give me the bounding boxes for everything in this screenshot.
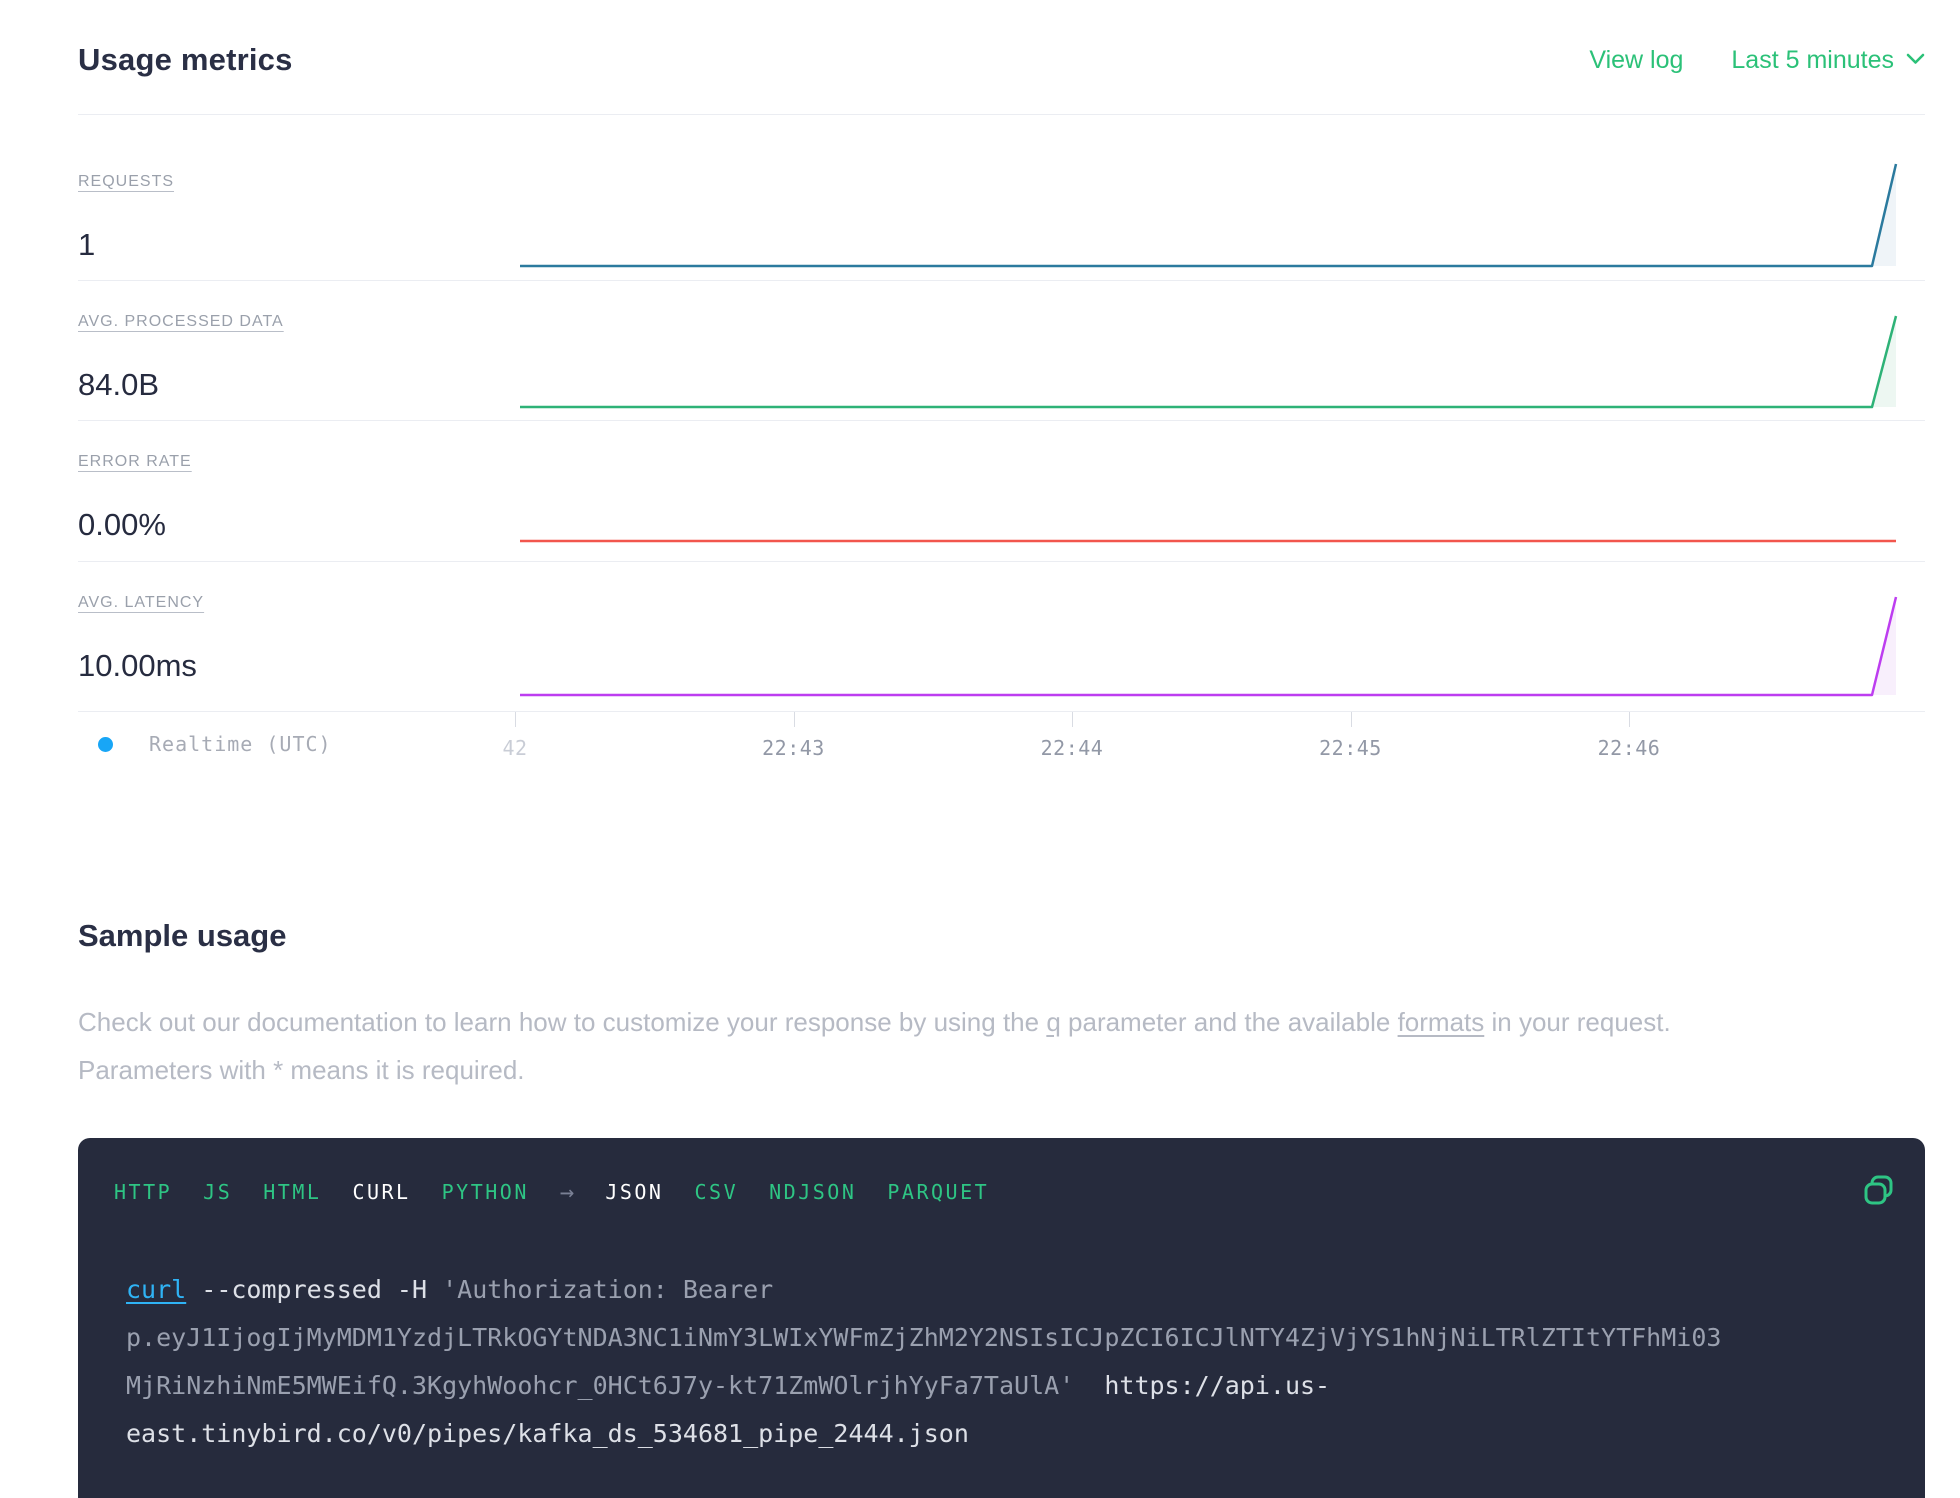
axis-label: 22:46 xyxy=(1597,736,1661,760)
code-token: https://api.us- xyxy=(1104,1371,1331,1400)
header-actions: View log Last 5 minutes xyxy=(1589,46,1925,75)
description-text: Check out our documentation to learn how… xyxy=(78,1007,1047,1037)
metric-row: AVG. PROCESSED DATA 84.0B xyxy=(78,281,1925,421)
chevron-down-icon xyxy=(1906,52,1925,71)
axis-tick xyxy=(515,712,516,727)
axis-label: 22:43 xyxy=(762,736,825,760)
code-line: p.eyJ1IjogIjMyMDM1YzdjLTRkOGYtNDA3NC1iNm… xyxy=(126,1314,1879,1362)
metric-label: REQUESTS xyxy=(78,173,175,190)
legend-dot-icon xyxy=(98,736,113,752)
code-token: east.tinybird.co/v0/pipes/kafka_ds_53468… xyxy=(126,1419,969,1448)
copy-button[interactable] xyxy=(1859,1170,1899,1210)
code-line: curl --compressed -H 'Authorization: Bea… xyxy=(126,1266,1879,1314)
page-content: Usage metrics View log Last 5 minutes RE… xyxy=(78,0,1925,1498)
doc-link[interactable]: q xyxy=(1046,1007,1060,1037)
code-token: MjRiNzhiNmE5MWEifQ.3KgyhWoohcr_0HCt6J7y-… xyxy=(126,1371,1075,1400)
tab-html[interactable]: HTML xyxy=(263,1180,321,1204)
metric-value: 84.0B xyxy=(78,367,160,402)
metric-row: AVG. LATENCY 10.00ms xyxy=(78,562,1925,712)
code-line: MjRiNzhiNmE5MWEifQ.3KgyhWoohcr_0HCt6J7y-… xyxy=(126,1362,1879,1410)
sparkline xyxy=(520,539,1896,543)
axis-label: 22:45 xyxy=(1319,736,1382,760)
description-text: Parameters with * means it is required. xyxy=(78,1055,525,1085)
tab-curl[interactable]: CURL xyxy=(352,1180,410,1204)
metric-row: REQUESTS 1 xyxy=(78,115,1925,281)
tab-python[interactable]: PYTHON xyxy=(442,1180,529,1204)
usage-metrics-header: Usage metrics View log Last 5 minutes xyxy=(78,0,1925,115)
metric-label: AVG. PROCESSED DATA xyxy=(78,313,284,330)
code-snippet[interactable]: curl --compressed -H 'Authorization: Bea… xyxy=(78,1206,1925,1458)
axis-tick xyxy=(793,712,795,727)
code-token: --compressed -H xyxy=(186,1275,443,1304)
axis-tick xyxy=(1629,712,1630,727)
metric-value: 10.00ms xyxy=(78,648,197,683)
code-line: east.tinybird.co/v0/pipes/kafka_ds_53468… xyxy=(126,1410,1879,1458)
code-tabs: HTTP JS HTML CURL PYTHON → JSON CSV NDJSON PARQUE… xyxy=(78,1138,1925,1206)
sparkline xyxy=(520,163,1898,268)
code-token-command: curl xyxy=(126,1275,187,1304)
code-panel: HTTP JS HTML CURL PYTHON → JSON CSV NDJSON PARQUE… xyxy=(78,1138,1925,1498)
tab-js[interactable]: JS xyxy=(203,1180,232,1204)
metric-label: ERROR RATE xyxy=(78,453,192,470)
metrics-list: REQUESTS 1 AVG. PROCESSED DATA 84.0B ERR… xyxy=(78,115,1925,712)
chart-legend: Realtime (UTC) xyxy=(98,732,332,756)
sparkline xyxy=(520,315,1898,409)
axis-tick xyxy=(1072,712,1073,727)
code-token: 'Authorization: Bearer xyxy=(442,1275,774,1304)
axis-label: 22:44 xyxy=(1040,736,1104,760)
tab-csv[interactable]: CSV xyxy=(694,1180,738,1204)
tab-json[interactable]: JSON xyxy=(605,1180,663,1204)
tab-ndjson[interactable]: NDJSON xyxy=(769,1180,856,1204)
tab-parquet[interactable]: PARQUET xyxy=(887,1180,989,1204)
description-text: in your request. xyxy=(1484,1007,1671,1037)
time-range-label: Last 5 minutes xyxy=(1731,45,1894,74)
time-range-dropdown[interactable]: Last 5 minutes xyxy=(1731,46,1925,75)
metric-label: AVG. LATENCY xyxy=(78,594,205,611)
metric-value: 1 xyxy=(78,227,96,262)
description-text: parameter and the available xyxy=(1060,1007,1398,1037)
time-axis: Realtime (UTC) 42 22:43 22:44 22:45 22:46 xyxy=(78,712,1925,790)
sparkline xyxy=(520,596,1898,697)
metric-value: 0.00% xyxy=(78,507,166,542)
sample-usage-title: Sample usage xyxy=(78,918,287,953)
arrow-right-icon: → xyxy=(559,1178,575,1206)
legend-label: Realtime (UTC) xyxy=(149,732,332,756)
copy-icon xyxy=(1859,1175,1899,1213)
axis-tick xyxy=(1350,712,1352,727)
page-title: Usage metrics xyxy=(78,42,293,77)
doc-link[interactable]: formats xyxy=(1398,1007,1485,1037)
view-log-link[interactable]: View log xyxy=(1589,46,1683,75)
sample-description: Check out our documentation to learn how… xyxy=(78,998,1925,1094)
tab-http[interactable]: HTTP xyxy=(114,1180,172,1204)
code-token: p.eyJ1IjogIjMyMDM1YzdjLTRkOGYtNDA3NC1iNm… xyxy=(126,1323,1722,1352)
axis-label: 42 xyxy=(502,736,528,760)
metric-row: ERROR RATE 0.00% xyxy=(78,421,1925,562)
